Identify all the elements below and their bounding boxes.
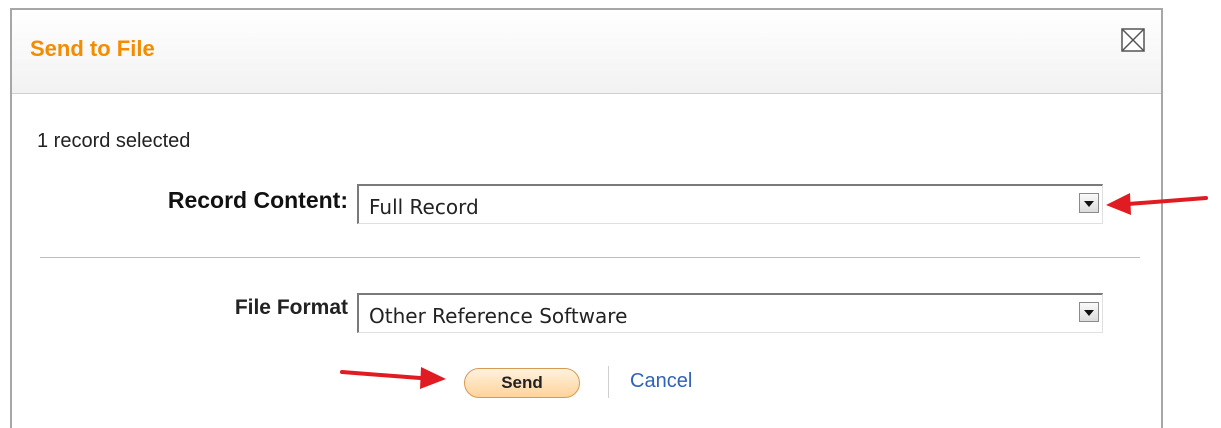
section-divider — [40, 257, 1140, 258]
action-separator — [608, 366, 609, 398]
record-content-label: Record Content: — [167, 187, 348, 213]
chevron-down-icon[interactable] — [1079, 193, 1099, 213]
file-format-select[interactable]: Other Reference Software — [357, 293, 1103, 333]
dialog-header: Send to File — [12, 10, 1161, 94]
file-format-value: Other Reference Software — [369, 304, 628, 328]
close-icon[interactable] — [1121, 28, 1145, 52]
file-format-label: File Format — [234, 296, 348, 319]
record-content-select[interactable]: Full Record — [357, 184, 1103, 224]
record-selected-count: 1 record selected — [37, 130, 191, 152]
send-button[interactable]: Send — [464, 368, 580, 398]
record-content-value: Full Record — [369, 195, 479, 219]
dialog-title: Send to File — [30, 36, 155, 61]
chevron-down-icon[interactable] — [1079, 302, 1099, 322]
send-to-file-dialog: Send to File 1 record selected Record Co… — [10, 8, 1163, 428]
screen: Send to File 1 record selected Record Co… — [0, 0, 1221, 428]
cancel-link[interactable]: Cancel — [630, 370, 692, 393]
